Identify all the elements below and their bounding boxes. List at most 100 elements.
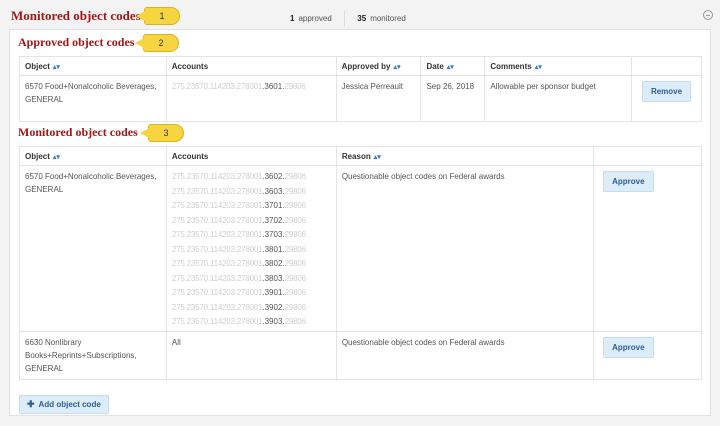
callout-badge: 3 bbox=[140, 124, 184, 142]
sort-icon[interactable]: ▴▾ bbox=[535, 64, 542, 71]
account-line: 275.23570.114203.278001.3903.29806 bbox=[172, 315, 331, 330]
add-object-code-button[interactable]: ✚ Add object code bbox=[19, 395, 109, 414]
account-line: 275.23570.114203.278001.3703.29806 bbox=[172, 228, 331, 243]
account-tail: 29806 bbox=[284, 82, 306, 91]
account-prefix: 275.23570.114203.278001 bbox=[171, 259, 263, 268]
table-row: 6630 Nonlibrary Books+Reprints+Subscript… bbox=[19, 330, 702, 380]
monitored-count: 35 bbox=[357, 14, 367, 24]
account-suffix: .3603. bbox=[262, 186, 285, 196]
account-tail: 29806 bbox=[284, 302, 306, 312]
approved-by-cell: Jessica Perreault bbox=[335, 75, 422, 122]
account-tail: 29806 bbox=[284, 201, 306, 210]
sort-icon[interactable]: ▴▾ bbox=[53, 64, 60, 71]
account-tail: 29806 bbox=[284, 317, 306, 326]
column-header-comments[interactable]: Comments ▴▾ bbox=[484, 56, 632, 76]
account-suffix: .3801. bbox=[262, 244, 285, 254]
actions-cell: Remove bbox=[631, 75, 702, 122]
column-header-reason[interactable]: Reason ▴▾ bbox=[335, 146, 595, 166]
account-list: 275.23570.114203.278001.3602.29806 275.23… bbox=[172, 170, 331, 330]
plus-icon: ✚ bbox=[27, 399, 35, 409]
column-header-accounts: Accounts bbox=[165, 146, 337, 166]
table-row: 6570 Food+Nonalcoholic Beverages, GENERA… bbox=[19, 75, 702, 122]
column-header-object[interactable]: Object ▴▾ bbox=[19, 56, 167, 76]
column-header-object[interactable]: Object ▴▾ bbox=[19, 146, 167, 166]
approve-button[interactable]: Approve bbox=[603, 336, 654, 358]
monitored-table: Object ▴▾ Accounts Reason ▴▾ 6570 Food+Non… bbox=[19, 146, 702, 380]
summary-stats: 1 approved 35 monitored bbox=[290, 11, 406, 27]
account-prefix: 275.23570.114203.278001 bbox=[171, 82, 263, 91]
account-prefix: 275.23570.114203.278001 bbox=[171, 186, 263, 196]
account-tail: 29806 bbox=[284, 273, 306, 283]
approved-label: approved bbox=[298, 14, 332, 24]
account-tail: 29806 bbox=[284, 172, 306, 181]
account-suffix: .3601. bbox=[262, 82, 285, 91]
stats-divider bbox=[344, 11, 346, 27]
approved-count: 1 bbox=[290, 14, 295, 24]
sort-icon[interactable]: ▴▾ bbox=[394, 64, 401, 71]
object-cell: 6570 Food+Nonalcoholic Beverages, GENERA… bbox=[19, 75, 167, 122]
monitored-section-title: Monitored object codes bbox=[18, 125, 138, 139]
sort-icon[interactable]: ▴▾ bbox=[374, 154, 381, 161]
table-header-row: Object ▴▾ Accounts Approved by ▴▾ Date ▴▾ C… bbox=[19, 56, 702, 76]
accounts-cell: 275.23570.114203.278001.3601.29806 bbox=[165, 75, 337, 122]
comments-cell: Allowable per sponsor budget bbox=[484, 75, 632, 122]
account-tail: 29806 bbox=[284, 259, 306, 268]
column-header-approved-by[interactable]: Approved by ▴▾ bbox=[335, 56, 422, 76]
approved-table: Object ▴▾ Accounts Approved by ▴▾ Date ▴▾ C… bbox=[19, 56, 702, 122]
account-line: 275.23570.114203.278001.3602.29806 bbox=[172, 170, 331, 185]
column-header-accounts: Accounts bbox=[165, 56, 337, 76]
column-header-actions bbox=[593, 146, 702, 166]
approved-section-title: Approved object codes bbox=[18, 35, 135, 49]
table-row: 6570 Food+Nonalcoholic Beverages, GENERA… bbox=[19, 165, 702, 332]
account-prefix: 275.23570.114203.278001 bbox=[171, 288, 263, 297]
account-suffix: .3701. bbox=[262, 201, 285, 210]
account-suffix: .3702. bbox=[262, 215, 285, 225]
object-cell: 6630 Nonlibrary Books+Reprints+Subscript… bbox=[19, 330, 167, 380]
reason-cell: Questionable object codes on Federal awa… bbox=[335, 165, 595, 332]
column-header-actions bbox=[631, 56, 702, 76]
actions-cell: Approve bbox=[593, 165, 702, 332]
account-suffix: .3803. bbox=[262, 273, 285, 283]
account-tail: 29806 bbox=[284, 230, 306, 239]
date-cell: Sep 26, 2018 bbox=[420, 75, 486, 122]
account-tail: 29806 bbox=[284, 186, 306, 196]
callout-badge: 2 bbox=[135, 34, 179, 52]
approve-button[interactable]: Approve bbox=[603, 171, 654, 192]
account-prefix: 275.23570.114203.278001 bbox=[171, 215, 263, 225]
account-prefix: 275.23570.114203.278001 bbox=[171, 201, 263, 210]
account-suffix: .3802. bbox=[262, 259, 285, 268]
account-tail: 29806 bbox=[284, 244, 306, 254]
accounts-cell: All bbox=[165, 330, 337, 380]
account-suffix: .3602. bbox=[262, 172, 285, 181]
sort-icon[interactable]: ▴▾ bbox=[53, 154, 60, 161]
account-suffix: .3901. bbox=[262, 288, 285, 297]
reason-cell: Questionable object codes on Federal awa… bbox=[335, 330, 595, 380]
account-suffix: .3903. bbox=[262, 317, 285, 326]
account-line: 275.23570.114203.278001.3902.29806 bbox=[172, 301, 331, 316]
page-title: Monitored object codes bbox=[11, 8, 141, 23]
account-prefix: 275.23570.114203.278001 bbox=[171, 172, 263, 181]
callout-badge: 1 bbox=[136, 7, 180, 25]
account-line: 275.23570.114203.278001.3603.29806 bbox=[172, 185, 331, 200]
account-prefix: 275.23570.114203.278001 bbox=[171, 302, 263, 312]
account-line: 275.23570.114203.278001.3701.29806 bbox=[172, 199, 331, 214]
sort-icon[interactable]: ▴▾ bbox=[447, 64, 454, 71]
monitored-label: monitored bbox=[370, 14, 406, 24]
actions-cell: Approve bbox=[593, 330, 702, 380]
add-object-code-label: Add object code bbox=[38, 400, 101, 409]
account-prefix: 275.23570.114203.278001 bbox=[171, 244, 263, 254]
account-tail: 29806 bbox=[284, 288, 306, 297]
collapse-icon[interactable] bbox=[703, 10, 713, 20]
account-line: 275.23570.114203.278001.3801.29806 bbox=[172, 243, 331, 258]
account-line: 275.23570.114203.278001.3702.29806 bbox=[172, 214, 331, 229]
account-prefix: 275.23570.114203.278001 bbox=[171, 317, 263, 326]
account-line: 275.23570.114203.278001.3901.29806 bbox=[172, 286, 331, 301]
remove-button[interactable]: Remove bbox=[641, 81, 692, 102]
table-header-row: Object ▴▾ Accounts Reason ▴▾ bbox=[19, 146, 702, 166]
account-prefix: 275.23570.114203.278001 bbox=[171, 230, 263, 239]
account-line: 275.23570.114203.278001.3802.29806 bbox=[172, 257, 331, 272]
account-suffix: .3902. bbox=[262, 302, 285, 312]
column-header-date[interactable]: Date ▴▾ bbox=[420, 56, 486, 76]
account-prefix: 275.23570.114203.278001 bbox=[171, 273, 263, 283]
account-tail: 29806 bbox=[284, 215, 306, 225]
